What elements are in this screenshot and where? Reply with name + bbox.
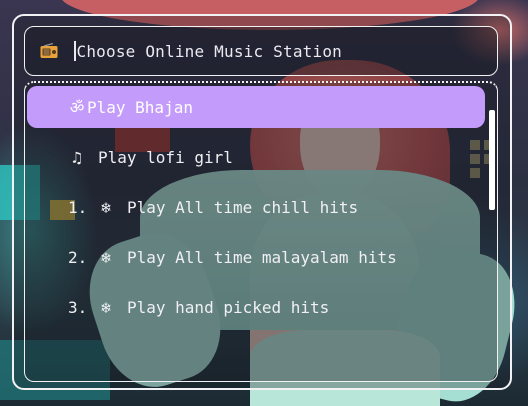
list-item-play-bhajan[interactable]: ॐ Play Bhajan [27, 86, 485, 128]
text-caret [74, 41, 76, 61]
radio-icon [38, 43, 60, 59]
item-label: Play All time malayalam hits [127, 247, 397, 267]
snowflake-icon: ❄ [101, 197, 111, 217]
list-item-all-time-malayalam-hits[interactable]: 2. ❄ Play All time malayalam hits [27, 236, 485, 278]
snowflake-icon: ❄ [101, 297, 111, 317]
prompt-bar[interactable]: Choose Online Music Station [24, 26, 498, 76]
item-label: Play hand picked hits [127, 297, 330, 317]
item-number: 1. [68, 197, 88, 217]
item-label: Play All time chill hits [127, 197, 359, 217]
list-item-hand-picked-hits[interactable]: 3. ❄ Play hand picked hits [27, 286, 485, 328]
om-icon: ॐ [69, 98, 85, 117]
item-number: 2. [68, 247, 88, 267]
list-item-play-lofi-girl[interactable]: ♫ Play lofi girl [27, 136, 485, 178]
item-label: Play lofi girl [98, 147, 233, 167]
prompt-placeholder: Choose Online Music Station [76, 41, 342, 61]
station-list: ॐ Play Bhajan ♫ Play lofi girl 1. ❄ Play… [24, 81, 498, 382]
prompt-input[interactable]: Choose Online Music Station [74, 41, 342, 61]
list-item-all-time-chill-hits[interactable]: 1. ❄ Play All time chill hits [27, 186, 485, 228]
item-label: Play Bhajan [87, 97, 193, 117]
item-number: 3. [68, 297, 88, 317]
snowflake-icon: ❄ [101, 247, 111, 267]
list-scrollbar[interactable] [489, 110, 495, 210]
music-note-icon: ♫ [72, 147, 82, 167]
